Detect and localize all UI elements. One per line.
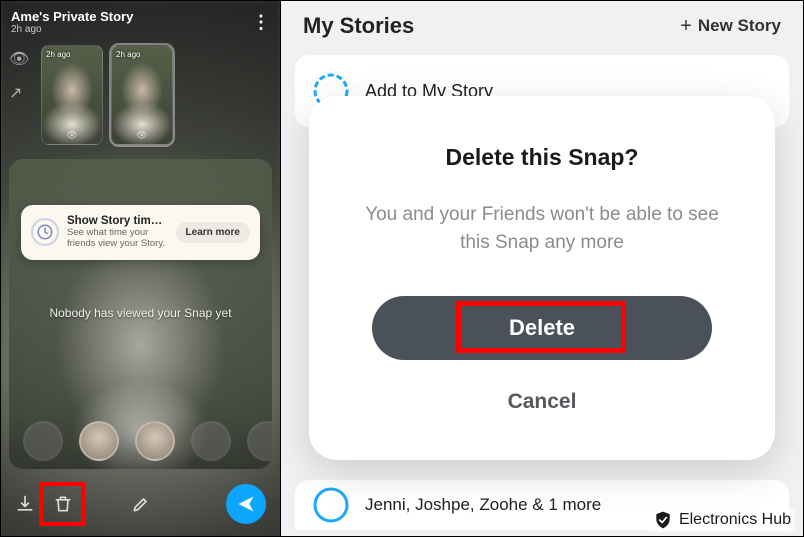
new-story-button[interactable]: + New Story xyxy=(680,15,781,38)
views-icon: 👁 xyxy=(66,130,77,141)
clock-icon xyxy=(31,218,59,246)
learn-more-button[interactable]: Learn more xyxy=(176,222,250,243)
viewers-strip[interactable] xyxy=(9,413,272,469)
story-detail-screen: Ame's Private Story 2h ago ⋮ 👁 ↗ 2h ago … xyxy=(1,1,281,536)
watermark: Electronics Hub xyxy=(649,508,795,532)
thumb-time: 2h ago xyxy=(116,50,140,59)
delete-button[interactable]: Delete xyxy=(372,296,712,360)
viewer-avatar xyxy=(79,421,119,461)
story-title: Ame's Private Story xyxy=(11,9,133,24)
story-thumb[interactable]: 2h ago 👁 xyxy=(111,45,173,145)
edit-icon[interactable] xyxy=(131,494,151,519)
viewer-avatar xyxy=(135,421,175,461)
tip-subtitle: See what time your friends view your Sto… xyxy=(67,227,168,250)
new-story-label: New Story xyxy=(698,16,781,36)
highlight-delete-annotation xyxy=(456,301,626,353)
download-icon[interactable] xyxy=(15,494,35,519)
no-views-text: Nobody has viewed your Snap yet xyxy=(9,306,272,320)
story-title-block: Ame's Private Story 2h ago xyxy=(11,9,133,35)
modal-message: You and your Friends won't be able to se… xyxy=(362,201,722,256)
stories-header: My Stories + New Story xyxy=(281,1,803,49)
viewer-avatar xyxy=(247,421,272,461)
plus-icon: + xyxy=(680,15,692,38)
story-time: 2h ago xyxy=(11,24,133,35)
highlight-trash-annotation xyxy=(39,482,85,526)
views-icon: 👁 xyxy=(136,130,147,141)
more-options-icon[interactable]: ⋮ xyxy=(252,13,270,31)
story-group-label: Jenni, Joshpe, Zoohe & 1 more xyxy=(365,495,601,515)
story-header: Ame's Private Story 2h ago ⋮ xyxy=(1,1,280,39)
delete-confirmation-modal: Delete this Snap? You and your Friends w… xyxy=(309,96,775,460)
tip-title: Show Story time… xyxy=(67,215,168,227)
my-stories-screen: My Stories + New Story Add to My Story J… xyxy=(281,1,803,536)
story-time-tip-card: Show Story time… See what time your frie… xyxy=(21,205,260,260)
watermark-text: Electronics Hub xyxy=(679,511,791,529)
viewer-avatar xyxy=(191,421,231,461)
story-thumbnails: 2h ago 👁 2h ago 👁 xyxy=(1,39,280,153)
cancel-button[interactable]: Cancel xyxy=(498,384,587,420)
story-content-card: Show Story time… See what time your frie… xyxy=(9,159,272,469)
modal-title: Delete this Snap? xyxy=(446,144,639,171)
tip-text-block: Show Story time… See what time your frie… xyxy=(67,215,168,250)
page-title: My Stories xyxy=(303,13,414,39)
send-button[interactable] xyxy=(226,484,266,524)
viewer-avatar xyxy=(23,421,63,461)
thumb-time: 2h ago xyxy=(46,50,70,59)
shield-icon xyxy=(653,510,673,530)
story-thumb[interactable]: 2h ago 👁 xyxy=(41,45,103,145)
story-ring-icon xyxy=(311,485,351,525)
